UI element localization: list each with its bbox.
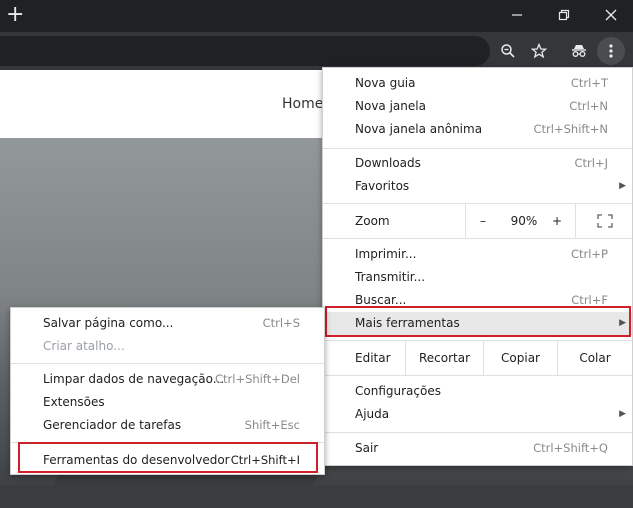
menu-item-label: Transmitir... [355,270,426,284]
restore-icon [558,9,570,21]
fullscreen-icon [597,214,613,228]
menu-divider [465,204,466,238]
more-tools-highlight [325,306,631,337]
bookmark-button[interactable] [525,37,553,65]
zoom-row: Zoom – 90% + [323,204,632,238]
menu-item-create-shortcut: Criar atalho... [11,335,324,358]
menu-divider [323,238,632,239]
copy-button[interactable]: Copiar [484,341,557,375]
zoom-in-button[interactable]: + [545,204,569,238]
shortcut-label: Ctrl+J [574,156,609,170]
menu-item-new-incognito[interactable]: Nova janela anônima Ctrl+Shift+N [323,118,632,141]
menu-item-label: Downloads [355,156,421,170]
menu-item-cast[interactable]: Transmitir... [323,266,632,289]
menu-item-extensions[interactable]: Extensões [11,391,324,414]
fullscreen-button[interactable] [585,204,625,238]
zoom-button[interactable] [494,37,522,65]
menu-item-label: Imprimir... [355,247,417,261]
menu-item-label: Extensões [43,395,105,409]
browser-toolbar [0,32,633,70]
menu-divider [323,432,632,433]
menu-button[interactable] [597,37,625,65]
menu-item-save-page[interactable]: Salvar página como... Ctrl+S [11,312,324,335]
shortcut-label: Ctrl+P [570,247,608,261]
shortcut-label: Shift+Esc [244,418,300,432]
minimize-button[interactable] [497,0,537,30]
menu-item-clear-data[interactable]: Limpar dados de navegação... Ctrl+Shift+… [11,368,324,391]
zoom-level: 90% [510,214,538,228]
menu-divider [323,375,632,376]
menu-item-print[interactable]: Imprimir... Ctrl+P [323,243,632,266]
minimize-icon [512,14,522,16]
address-bar[interactable] [0,36,490,66]
cut-button[interactable]: Recortar [406,341,483,375]
shortcut-label: Ctrl+N [569,99,608,113]
menu-item-favorites[interactable]: Favoritos ▶ [323,175,632,198]
title-bar: + [0,0,633,32]
zoom-label: Zoom [355,214,390,228]
close-window-button[interactable] [591,0,631,30]
menu-divider [11,363,324,364]
menu-item-label: Limpar dados de navegação... [43,372,225,386]
menu-divider [575,204,576,238]
zoom-icon [501,44,515,58]
shortcut-label: Ctrl+Shift+N [533,122,608,136]
shortcut-label: Ctrl+T [570,76,608,90]
shortcut-label: Ctrl+Shift+Del [215,372,300,386]
incognito-icon [572,45,586,57]
restore-button[interactable] [544,0,584,30]
zoom-out-button[interactable]: – [471,204,495,238]
menu-item-label: Nova guia [355,76,416,90]
new-tab-button[interactable]: + [6,4,24,26]
menu-item-label: Gerenciador de tarefas [43,418,182,432]
submenu-arrow-icon: ▶ [619,409,626,419]
incognito-button[interactable] [565,37,593,65]
chrome-main-menu: Nova guia Ctrl+T Nova janela Ctrl+N Nova… [322,67,633,466]
dev-tools-highlight [18,442,318,473]
menu-item-label: Nova janela anônima [355,122,483,136]
menu-item-label: Configurações [355,384,441,398]
shortcut-label: Ctrl+S [262,316,300,330]
menu-divider [323,148,632,149]
paste-button[interactable]: Colar [558,341,632,375]
menu-item-label: Salvar página como... [43,316,174,330]
star-icon [531,43,547,59]
menu-item-label: Nova janela [355,99,426,113]
menu-item-label: Favoritos [355,179,410,193]
menu-item-new-window[interactable]: Nova janela Ctrl+N [323,95,632,118]
submenu-arrow-icon: ▶ [619,181,626,191]
nav-home-link[interactable]: Home [282,96,323,112]
menu-item-label: Criar atalho... [43,339,125,353]
menu-item-new-tab[interactable]: Nova guia Ctrl+T [323,72,632,95]
menu-item-help[interactable]: Ajuda ▶ [323,403,632,426]
shortcut-label: Ctrl+Shift+Q [533,441,608,455]
menu-item-label: Ajuda [355,407,390,421]
edit-row: Editar Recortar Copiar Colar [323,341,632,375]
menu-item-downloads[interactable]: Downloads Ctrl+J [323,152,632,175]
menu-item-settings[interactable]: Configurações [323,380,632,403]
close-icon [605,9,617,21]
menu-item-exit[interactable]: Sair Ctrl+Shift+Q [323,437,632,460]
menu-item-label: Sair [355,441,379,455]
kebab-menu-icon [609,44,613,58]
menu-item-task-manager[interactable]: Gerenciador de tarefas Shift+Esc [11,414,324,437]
